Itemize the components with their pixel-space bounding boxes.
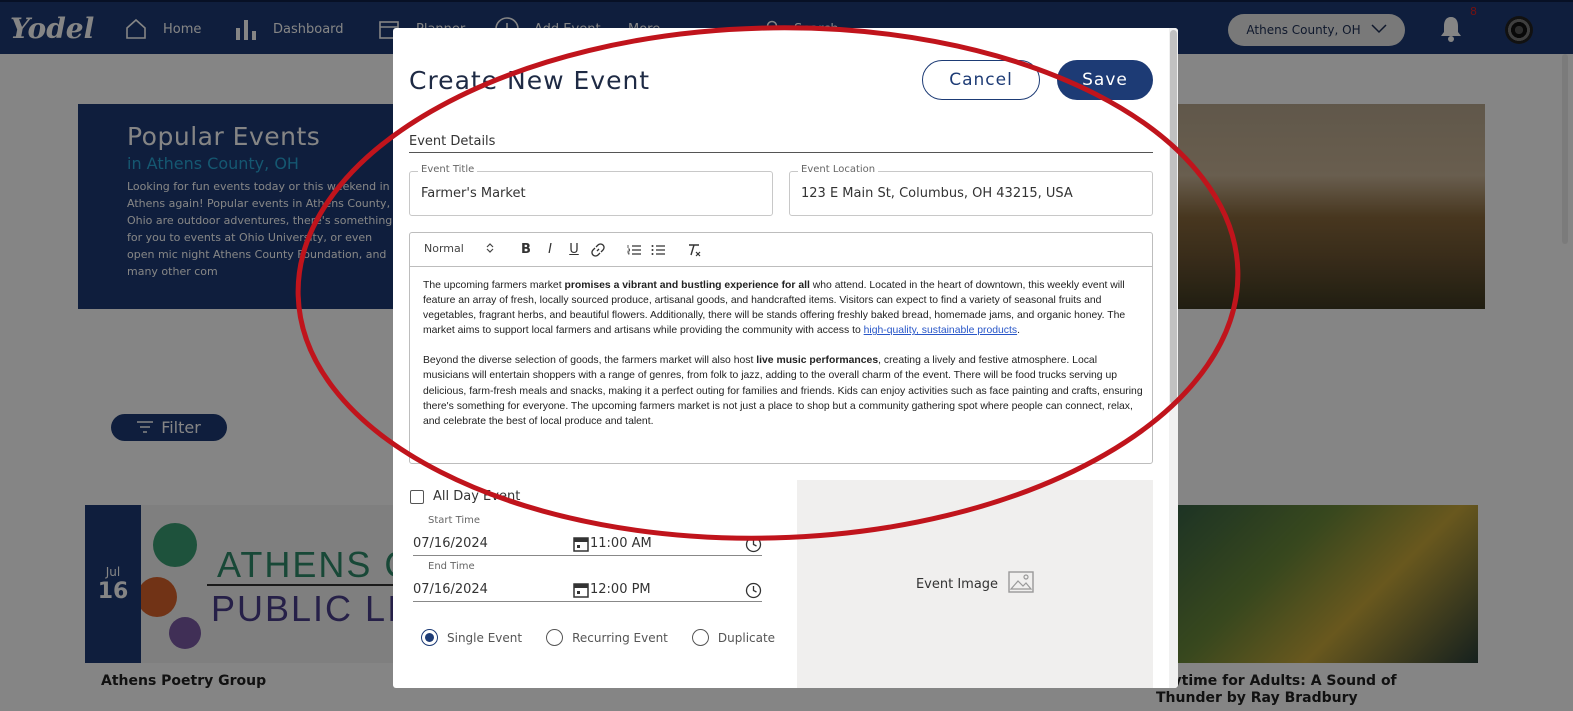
editor-link[interactable]: high-quality, sustainable products (864, 325, 1017, 336)
modal-scrollbar[interactable] (1169, 28, 1178, 688)
event-location-value: 123 E Main St, Columbus, OH 43215, USA (801, 186, 1073, 201)
editor-content[interactable]: The upcoming farmers market promises a v… (423, 278, 1145, 444)
editor-toolbar: Normal B I U (410, 233, 1152, 267)
cancel-button[interactable]: Cancel (922, 60, 1040, 100)
event-image-label: Event Image (915, 576, 999, 592)
radio-button[interactable] (421, 629, 438, 646)
all-day-event-toggle[interactable]: All Day Event (410, 489, 520, 504)
event-image-upload[interactable]: Event Image (797, 480, 1153, 688)
radio-label: Recurring Event (572, 630, 668, 645)
editor-paragraph: The upcoming farmers market promises a v… (423, 280, 1126, 337)
radio-recurring-event[interactable]: Recurring Event (546, 629, 668, 646)
clock-icon[interactable] (745, 582, 762, 599)
end-time-value: 12:00 PM (590, 582, 651, 597)
format-select-value: Normal (424, 242, 464, 255)
event-location-field[interactable]: Event Location 123 E Main St, Columbus, … (789, 164, 1153, 216)
radio-single-event[interactable]: Single Event (421, 629, 522, 646)
radio-label: Duplicate (717, 630, 776, 645)
end-time-field[interactable]: 07/16/2024 12:00 PM (413, 578, 762, 602)
radio-button[interactable] (546, 629, 564, 646)
start-date-value: 07/16/2024 (413, 536, 488, 551)
image-icon (1008, 571, 1034, 597)
end-time-label: End Time (428, 561, 475, 572)
recurrence-options: Single Event Recurring Event Duplicate (421, 629, 799, 646)
radio-label: Single Event (447, 630, 523, 645)
event-title-label: Event Title (418, 164, 478, 175)
ordered-list-icon[interactable] (622, 240, 646, 260)
section-divider (409, 152, 1153, 153)
all-day-label: All Day Event (433, 489, 521, 504)
end-date-value: 07/16/2024 (413, 582, 488, 597)
description-editor: Normal B I U The upcoming farmers market… (409, 232, 1153, 464)
modal-title: Create New Event (409, 66, 651, 95)
calendar-icon[interactable] (572, 581, 590, 599)
section-label: Event Details (409, 134, 496, 149)
create-event-modal: Create New Event Cancel Save Event Detai… (393, 28, 1178, 688)
clear-format-icon[interactable] (682, 240, 706, 260)
page-scrollbar-thumb[interactable] (1562, 54, 1568, 244)
event-title-field[interactable]: Event Title Farmer's Market (409, 164, 773, 216)
format-select[interactable]: Normal (424, 242, 494, 257)
clock-icon[interactable] (745, 536, 762, 553)
link-icon[interactable] (586, 240, 610, 260)
start-time-label: Start Time (428, 515, 481, 526)
calendar-icon[interactable] (572, 535, 590, 553)
radio-button[interactable] (691, 629, 709, 646)
editor-paragraph: Beyond the diverse selection of goods, t… (423, 355, 1143, 427)
underline-icon[interactable]: U (562, 240, 586, 260)
start-time-value: 11:00 AM (590, 536, 652, 551)
italic-icon[interactable]: I (538, 240, 562, 260)
save-button[interactable]: Save (1057, 60, 1153, 100)
radio-duplicate[interactable]: Duplicate (691, 629, 776, 646)
scrollbar-thumb[interactable] (1170, 30, 1177, 404)
start-time-field[interactable]: 07/16/2024 11:00 AM (413, 532, 762, 556)
all-day-checkbox[interactable] (410, 489, 424, 504)
bold-icon[interactable]: B (514, 240, 538, 260)
event-title-value: Farmer's Market (421, 186, 526, 201)
bullet-list-icon[interactable] (646, 240, 670, 260)
updown-arrow-icon (486, 242, 494, 257)
event-location-label: Event Location (798, 164, 879, 175)
